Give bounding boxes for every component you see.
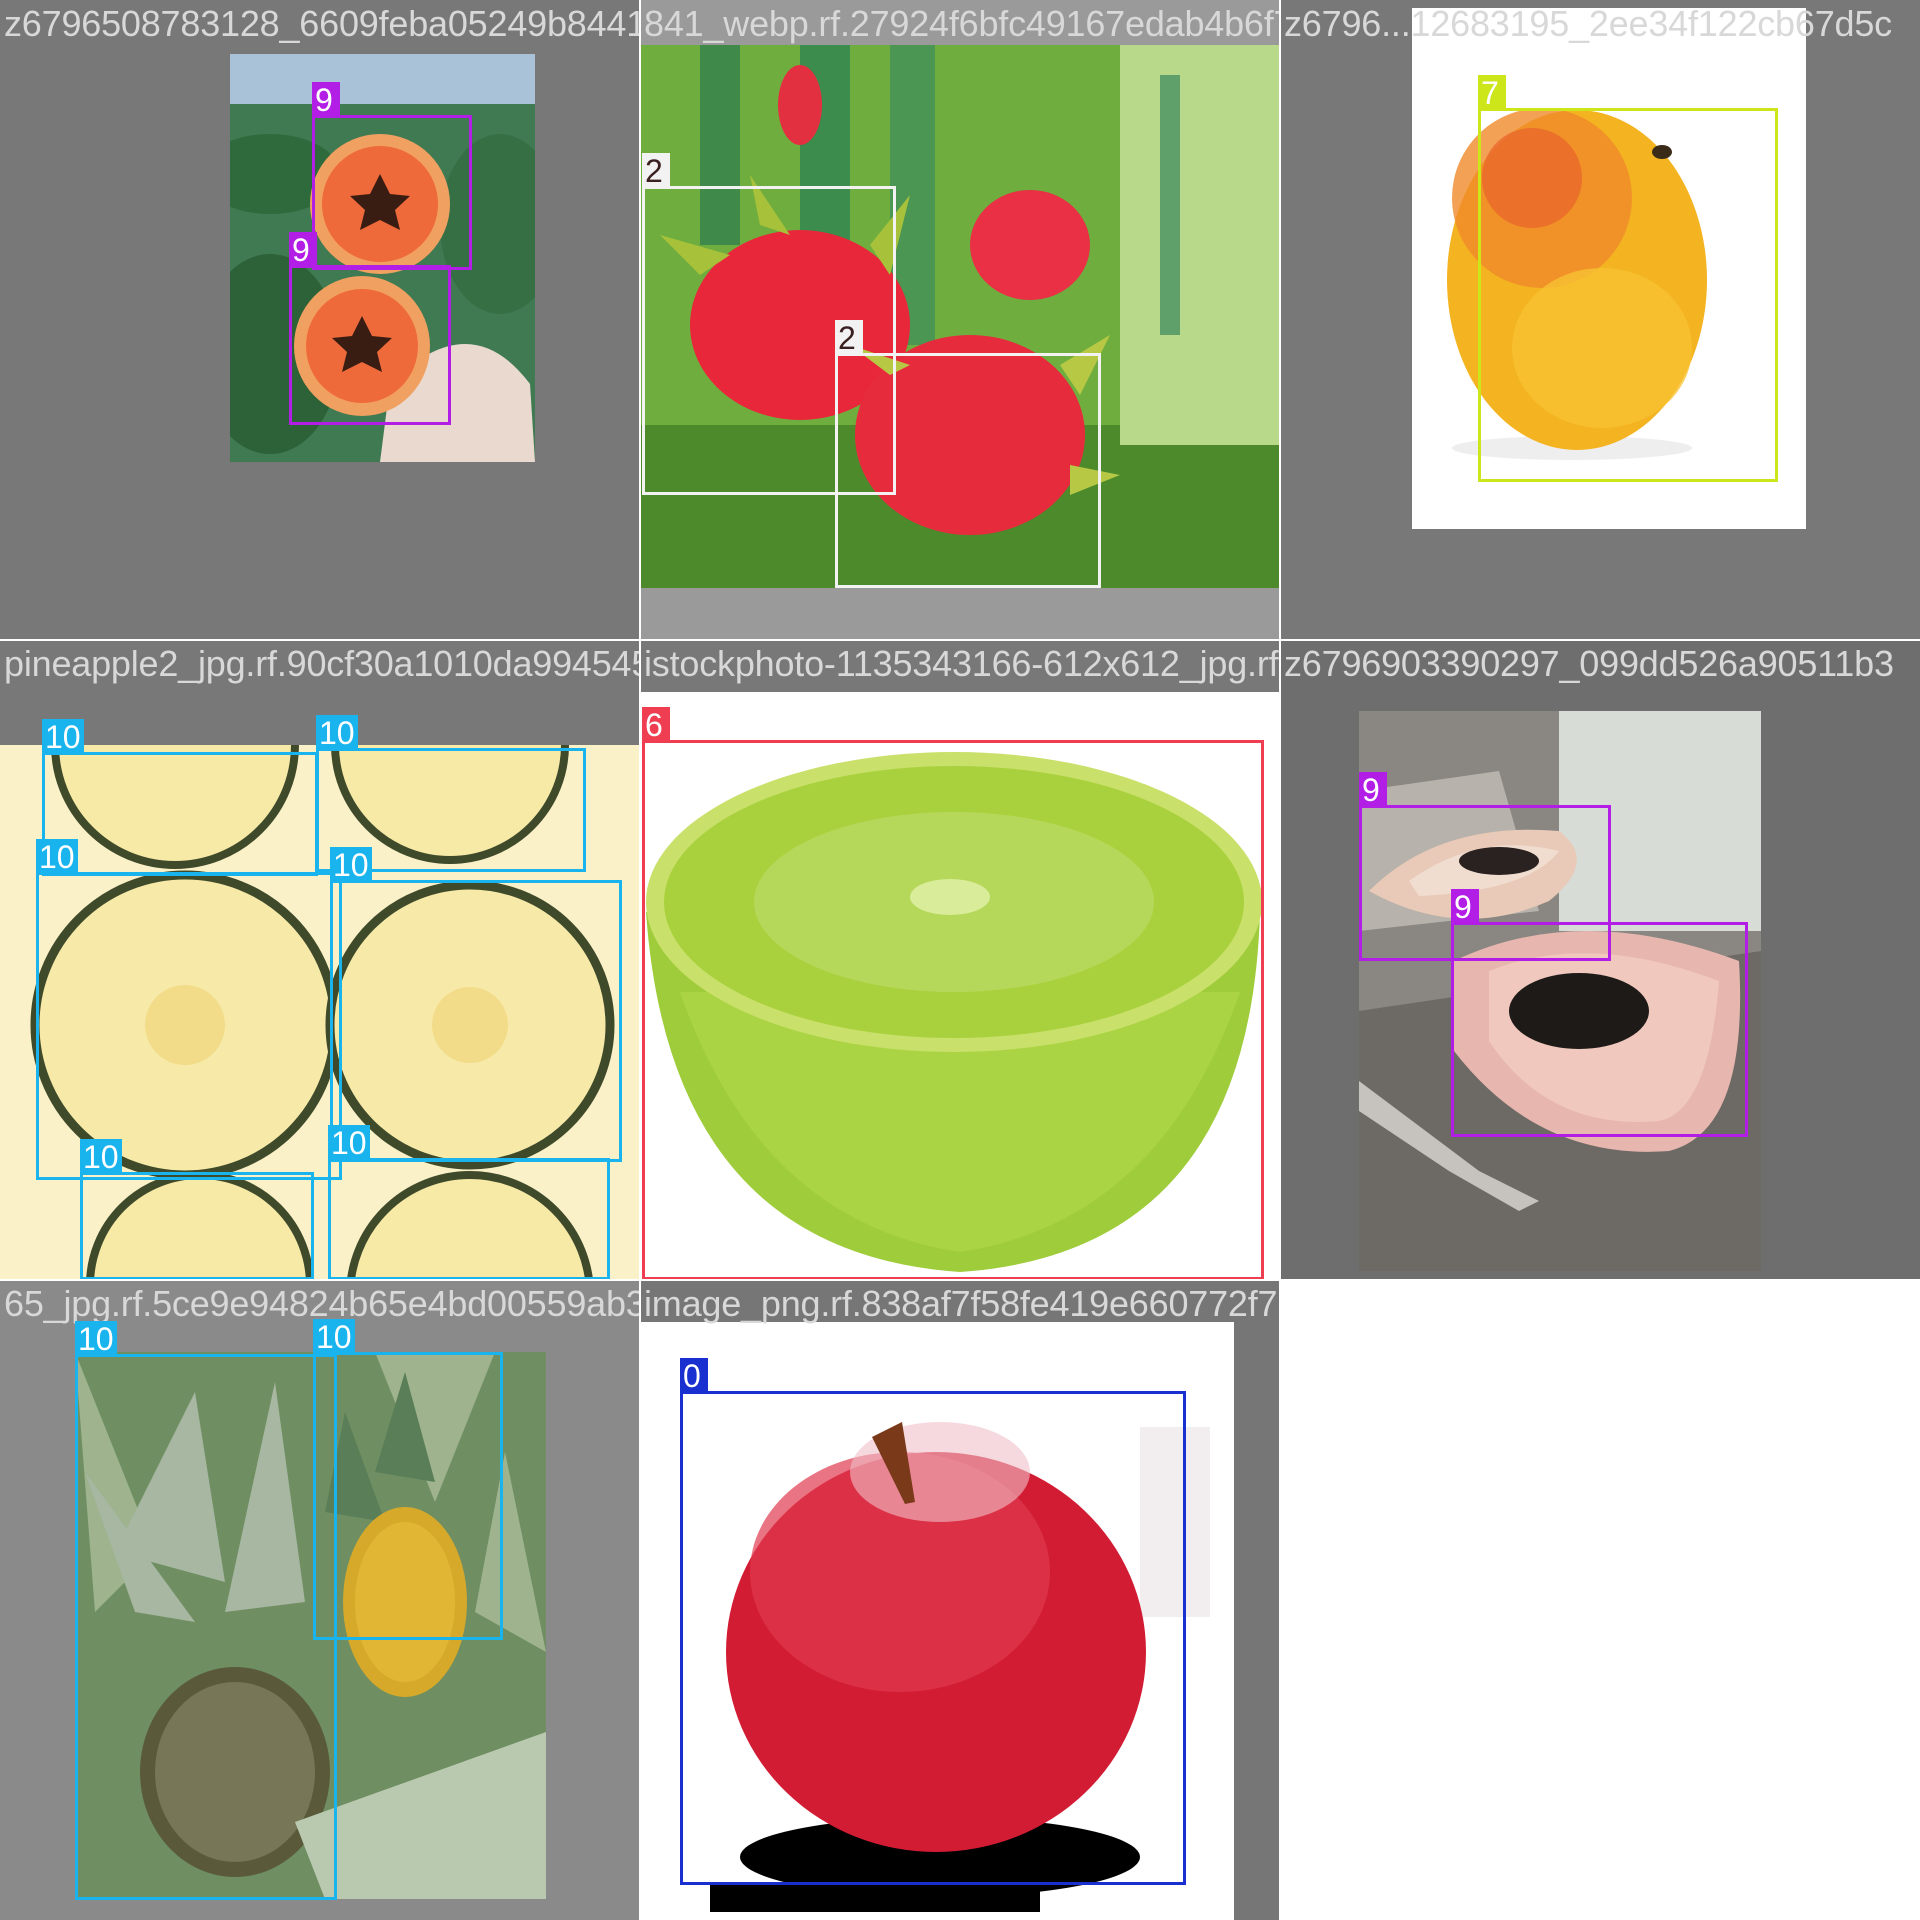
bounding-box: 9: [289, 232, 451, 425]
class-label: 9: [289, 232, 317, 268]
class-label: 2: [835, 320, 863, 356]
tile-papaya-2: z6796903390297_099dd526a90511b3 9 9: [1280, 640, 1920, 1280]
bounding-box: 10: [80, 1139, 314, 1280]
bounding-box: 9: [1451, 889, 1748, 1137]
bounding-box: 10: [36, 839, 342, 1180]
class-label: 9: [1451, 889, 1479, 925]
tile-filename: 841_webp.rf.27924f6bfc49167edab4b6f779..…: [644, 3, 1280, 44]
bounding-box: 10: [328, 1125, 610, 1280]
bounding-box: 7: [1478, 75, 1778, 482]
empty-tile: [1280, 1280, 1920, 1920]
tile-pineapples: 65_jpg.rf.5ce9e94824b65e4bd00559ab3666d7…: [0, 1280, 640, 1920]
bounding-box: 9: [312, 82, 472, 270]
grid-divider: [639, 0, 641, 1920]
bounding-box: 10: [75, 1321, 337, 1900]
tile-papaya-1: z6796508783128_6609feba05249b8441cae08df…: [0, 0, 640, 640]
grid-divider: [0, 639, 1920, 641]
class-label: 9: [1359, 772, 1387, 808]
grid-divider: [0, 1279, 1920, 1281]
class-label: 9: [312, 82, 340, 118]
class-label: 7: [1478, 75, 1506, 111]
grid-divider: [1279, 0, 1281, 1920]
bounding-box: 2: [835, 320, 1101, 588]
bounding-box: 10: [42, 719, 318, 876]
tile-lime: istockphoto-1135343166-612x612_jpg.rf.74…: [640, 640, 1280, 1280]
tile-filename: z6796508783128_6609feba05249b8441cae08df…: [4, 3, 640, 44]
tile-filename: z6796...12683195_2ee34f122cb67d5c: [1284, 3, 1892, 44]
bounding-box: 10: [330, 847, 622, 1162]
class-label: 6: [642, 707, 670, 743]
tile-apple: image_png.rf.838af7f58fe419e660772f71 0: [640, 1280, 1280, 1920]
class-label: 10: [328, 1125, 370, 1161]
bounding-box: 10: [313, 1319, 503, 1640]
tile-filename: z6796903390297_099dd526a90511b3: [1284, 643, 1894, 684]
tile-filename: 65_jpg.rf.5ce9e94824b65e4bd00559ab3666d7…: [4, 1283, 640, 1324]
class-label: 2: [642, 153, 670, 189]
bounding-box: 6: [642, 707, 1264, 1280]
tile-filename: pineapple2_jpg.rf.90cf30a1010da99454507: [4, 643, 640, 684]
class-label: 0: [680, 1358, 708, 1394]
class-label: 10: [42, 719, 84, 755]
class-label: 10: [80, 1139, 122, 1175]
tile-pineapple-slices: pineapple2_jpg.rf.90cf30a1010da99454507 …: [0, 640, 640, 1280]
class-label: 10: [330, 847, 372, 883]
tile-filename: istockphoto-1135343166-612x612_jpg.rf.74: [644, 643, 1280, 684]
tile-mango: z6796...12683195_2ee34f122cb67d5c 7: [1280, 0, 1920, 640]
class-label: 10: [36, 839, 78, 875]
class-label: 10: [316, 715, 358, 751]
class-label: 10: [313, 1319, 355, 1355]
tile-filename: image_png.rf.838af7f58fe419e660772f71: [644, 1283, 1280, 1324]
bounding-box: 0: [680, 1358, 1186, 1885]
class-label: 10: [75, 1321, 117, 1357]
tile-dragon-fruit: 841_webp.rf.27924f6bfc49167edab4b6f779..…: [640, 0, 1280, 640]
